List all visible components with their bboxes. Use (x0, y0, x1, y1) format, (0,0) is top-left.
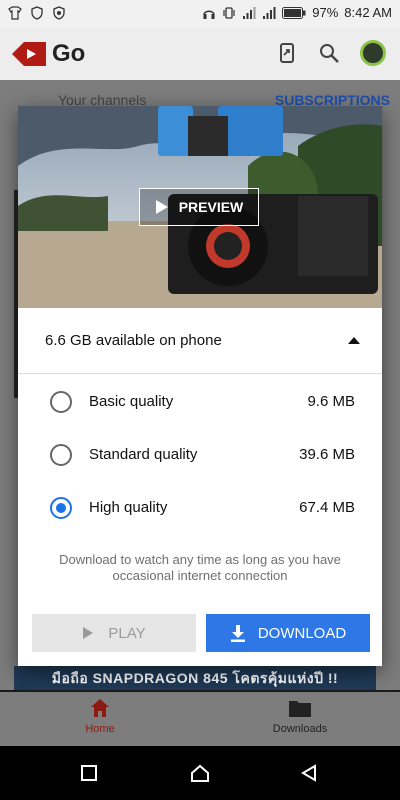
radio-standard[interactable] (50, 444, 72, 466)
status-right-icons: 97% 8:42 AM (202, 5, 392, 20)
headphones-icon (203, 10, 215, 19)
quality-size: 39.6 MB (299, 446, 355, 463)
status-bar: 97% 8:42 AM (0, 0, 400, 28)
caret-up-icon[interactable] (348, 336, 360, 344)
system-nav-bar (0, 746, 400, 800)
download-dialog: PREVIEW 6.6 GB available on phone Basic … (18, 106, 382, 666)
download-label: DOWNLOAD (257, 624, 347, 642)
quality-size: 67.4 MB (299, 499, 355, 516)
preview-button[interactable]: PREVIEW (139, 188, 259, 226)
quality-label: Standard quality (89, 446, 198, 463)
share-phone-icon[interactable] (276, 42, 298, 64)
shield-icon (31, 6, 43, 20)
back-icon[interactable] (300, 764, 318, 782)
status-left-icons (8, 6, 66, 20)
app-bar: Go (0, 28, 400, 80)
play-button[interactable]: PLAY (32, 614, 196, 652)
radio-high-selected[interactable] (50, 497, 72, 519)
app-logo: Go (12, 40, 85, 68)
bottom-nav: Home Downloads (0, 692, 400, 746)
home-button-icon[interactable] (190, 764, 210, 782)
battery-percent: 97% (312, 5, 339, 20)
download-button[interactable]: DOWNLOAD (206, 614, 370, 652)
quality-option-high[interactable]: High quality 67.4 MB (18, 487, 382, 531)
download-note: Download to watch any time as long as yo… (59, 552, 341, 583)
home-icon (91, 699, 109, 717)
radio-basic[interactable] (50, 391, 72, 413)
nav-downloads-label: Downloads (272, 723, 328, 735)
folder-icon (289, 701, 311, 717)
app-bar-actions (276, 40, 386, 66)
download-icon (230, 625, 245, 642)
play-icon (155, 200, 168, 214)
storage-available-text: 6.6 GB available on phone (45, 332, 222, 349)
quality-label: High quality (89, 499, 168, 516)
shield-check-icon (53, 6, 65, 20)
clock: 8:42 AM (344, 5, 392, 20)
play-label: PLAY (108, 624, 146, 642)
background-video-title: มือถือ SNAPDRAGON 845 โคตรคุ้มแห่งปี !! (14, 666, 376, 690)
search-icon[interactable] (318, 42, 340, 64)
app-name: Go (52, 40, 86, 67)
signal-icon (243, 6, 256, 19)
play-icon (83, 627, 94, 639)
quality-option-basic[interactable]: Basic quality 9.6 MB (18, 381, 382, 425)
youtube-go-logo-icon (12, 42, 46, 66)
nav-home[interactable]: Home (40, 698, 160, 735)
quality-option-standard[interactable]: Standard quality 39.6 MB (18, 434, 382, 478)
nav-home-label: Home (85, 723, 115, 735)
signal-icon-2 (263, 6, 276, 19)
recents-icon[interactable] (80, 764, 98, 782)
avatar[interactable] (360, 40, 386, 66)
video-preview-thumbnail[interactable]: PREVIEW (18, 106, 382, 308)
quality-label: Basic quality (89, 393, 174, 410)
vibrate-icon (223, 6, 235, 19)
battery-icon (282, 6, 306, 19)
preview-label: PREVIEW (178, 199, 244, 215)
tshirt-icon (8, 6, 22, 20)
quality-size: 9.6 MB (307, 393, 355, 410)
storage-info-row[interactable]: 6.6 GB available on phone (18, 308, 382, 374)
nav-downloads[interactable]: Downloads (240, 698, 360, 735)
